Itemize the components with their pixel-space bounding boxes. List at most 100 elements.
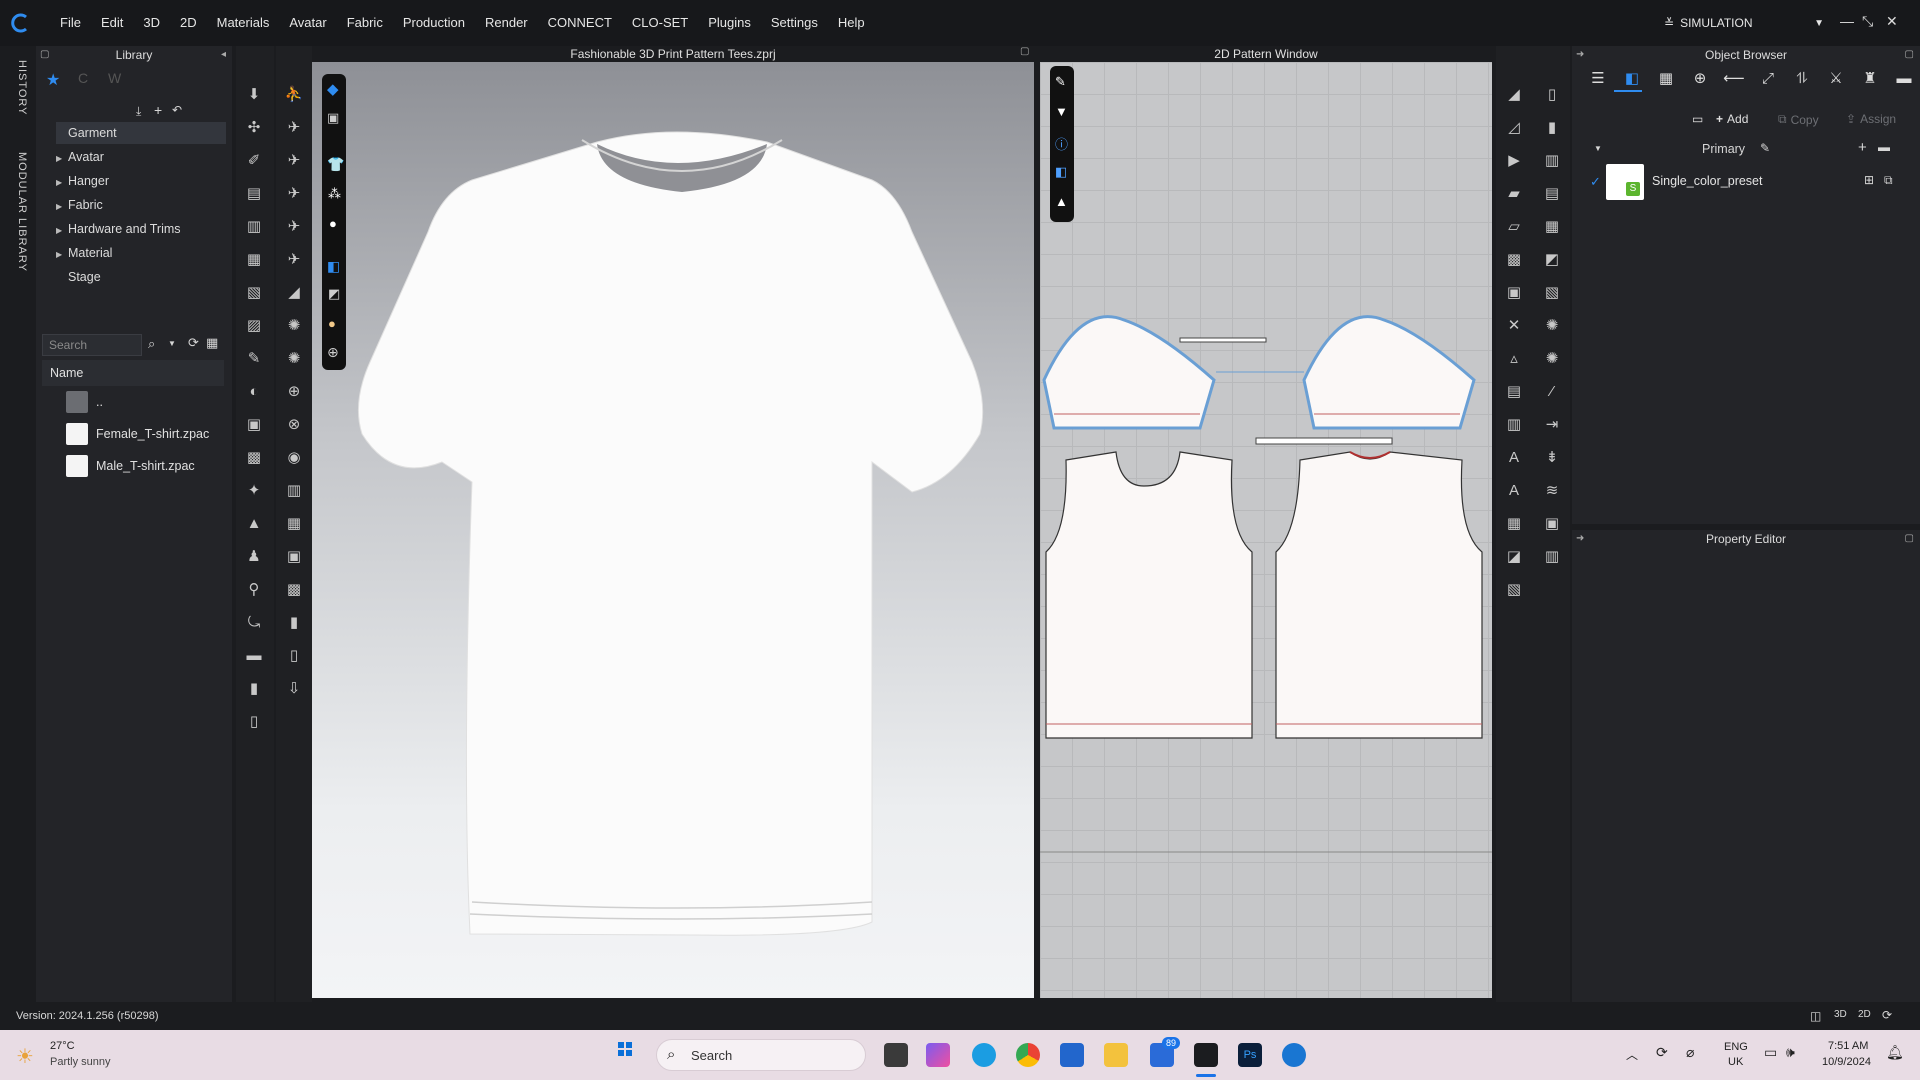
refresh-layout-icon[interactable]: ⟳ xyxy=(1882,1008,1892,1022)
expand-arrow-icon[interactable]: ▶ xyxy=(56,172,68,194)
tc1-tool-15-icon[interactable]: ⚲ xyxy=(242,577,266,601)
windows-start-icon[interactable] xyxy=(618,1042,632,1056)
menu-file[interactable]: File xyxy=(50,0,91,46)
menu-edit[interactable]: Edit xyxy=(91,0,133,46)
menu-3d[interactable]: 3D xyxy=(133,0,170,46)
download-icon[interactable]: ⤓ xyxy=(136,104,141,119)
tc1-tool-19-icon[interactable]: ▯ xyxy=(242,709,266,733)
tc4-tool-6-icon[interactable]: ▧ xyxy=(1540,280,1564,304)
assign-button[interactable]: ⇪ Assign xyxy=(1846,112,1896,126)
tc2-tool-16-icon[interactable]: ▮ xyxy=(282,610,306,634)
object-tab-4-icon[interactable]: ⟵ xyxy=(1722,69,1746,87)
file-list-item[interactable]: .. xyxy=(66,388,103,416)
undock-icon[interactable]: ▢ xyxy=(1905,46,1914,64)
menu-settings[interactable]: Settings xyxy=(761,0,828,46)
3d-viewport[interactable]: ◆ ▣ 👕 ⁂ ● ◧ ◩ ● ⊕ xyxy=(312,62,1034,998)
tc1-tool-4-icon[interactable]: ▥ xyxy=(242,214,266,238)
undock-icon[interactable]: ▢ xyxy=(40,46,49,64)
add-colorway-icon[interactable]: + xyxy=(1858,139,1867,156)
photoshop-icon[interactable]: Ps xyxy=(1238,1043,1262,1067)
tc3-tool-11-icon[interactable]: A xyxy=(1502,445,1526,469)
file-explorer-icon[interactable] xyxy=(1104,1043,1128,1067)
collapse-group-icon[interactable]: ▼ xyxy=(1594,144,1602,153)
tc2-tool-12-icon[interactable]: ▥ xyxy=(282,478,306,502)
preset-thumbnail[interactable]: S xyxy=(1606,164,1644,200)
tc1-tool-13-icon[interactable]: ▲ xyxy=(242,511,266,535)
language-code[interactable]: ENG xyxy=(1724,1041,1748,1053)
tc1-tool-6-icon[interactable]: ▧ xyxy=(242,280,266,304)
tc1-tool-7-icon[interactable]: ▨ xyxy=(242,313,266,337)
tc4-tool-5-icon[interactable]: ◩ xyxy=(1540,247,1564,271)
menu-avatar[interactable]: Avatar xyxy=(279,0,336,46)
tc2-tool-11-icon[interactable]: ◉ xyxy=(282,445,306,469)
tc3-tool-3-icon[interactable]: ▰ xyxy=(1502,181,1526,205)
tc2-tool-4-icon[interactable]: ✈ xyxy=(282,214,306,238)
tc3-tool-15-icon[interactable]: ▧ xyxy=(1502,577,1526,601)
taskbar-search-box[interactable]: ⌕ Search xyxy=(656,1039,866,1071)
tc3-tool-12-icon[interactable]: A xyxy=(1502,478,1526,502)
clo-set-icon[interactable]: C xyxy=(78,70,88,86)
mode-selector[interactable]: ≚ SIMULATION ▼ xyxy=(1664,12,1824,34)
edit-pencil-icon[interactable]: ✎ xyxy=(1760,141,1770,155)
tree-item-avatar[interactable]: ▶ Avatar xyxy=(56,146,226,168)
file-list-item[interactable]: Male_T-shirt.zpac xyxy=(66,452,195,480)
name-column-header[interactable]: Name xyxy=(42,360,224,386)
tc2-tool-7-icon[interactable]: ✺ xyxy=(282,313,306,337)
undock-icon[interactable]: ▢ xyxy=(1905,530,1914,548)
add-icon[interactable]: + xyxy=(154,102,162,118)
object-tab-7-icon[interactable]: ⚔ xyxy=(1824,69,1848,87)
back-icon[interactable]: ↶ xyxy=(172,103,182,117)
tc2-tool-10-icon[interactable]: ⊗ xyxy=(282,412,306,436)
object-tab-5-icon[interactable]: ⤢ xyxy=(1756,70,1780,87)
tc2-tool-1-icon[interactable]: ✈ xyxy=(282,115,306,139)
tc2-tool-18-icon[interactable]: ⇩ xyxy=(282,676,306,700)
expand-arrow-icon[interactable]: ▶ xyxy=(56,244,68,266)
tc3-tool-6-icon[interactable]: ▣ xyxy=(1502,280,1526,304)
expand-arrow-icon[interactable]: ▶ xyxy=(56,196,68,218)
tc1-tool-2-icon[interactable]: ✐ xyxy=(242,148,266,172)
chrome-icon[interactable] xyxy=(1016,1043,1040,1067)
keyboard-layout[interactable]: UK xyxy=(1728,1056,1743,1068)
tc3-tool-0-icon[interactable]: ◢ xyxy=(1502,82,1526,106)
sync-icon[interactable]: ⟳ xyxy=(1656,1044,1668,1061)
tc1-tool-5-icon[interactable]: ▦ xyxy=(242,247,266,271)
garment-3d-render[interactable] xyxy=(312,62,1034,998)
tc2-tool-6-icon[interactable]: ◢ xyxy=(282,280,306,304)
menu-render[interactable]: Render xyxy=(475,0,538,46)
object-tab-9-icon[interactable]: ▬ xyxy=(1892,70,1916,87)
tree-item-hardware-and-trims[interactable]: ▶ Hardware and Trims xyxy=(56,218,226,240)
file-list-item[interactable]: Female_T-shirt.zpac xyxy=(66,420,209,448)
restore-button[interactable]: ⤡ xyxy=(1862,13,1873,30)
menu-2d[interactable]: 2D xyxy=(170,0,207,46)
refresh-icon[interactable]: ⟳ xyxy=(188,335,199,351)
folder-icon[interactable]: ▬ xyxy=(1878,140,1890,154)
menu-materials[interactable]: Materials xyxy=(207,0,280,46)
store-icon[interactable] xyxy=(1060,1043,1084,1067)
tc4-tool-10-icon[interactable]: ⇥ xyxy=(1540,412,1564,436)
marketplace-icon[interactable]: W xyxy=(108,70,121,86)
network-icon[interactable]: ⌀ xyxy=(1686,1044,1694,1061)
display-icon[interactable]: ▭ xyxy=(1764,1044,1777,1061)
add-button[interactable]: + Add xyxy=(1716,112,1748,126)
tc1-tool-10-icon[interactable]: ▣ xyxy=(242,412,266,436)
edge-icon[interactable] xyxy=(972,1043,996,1067)
tc3-tool-13-icon[interactable]: ▦ xyxy=(1502,511,1526,535)
tc2-tool-17-icon[interactable]: ▯ xyxy=(282,643,306,667)
tree-item-hanger[interactable]: ▶ Hanger xyxy=(56,170,226,192)
tc4-tool-1-icon[interactable]: ▮ xyxy=(1540,115,1564,139)
layout-2d3d-icon[interactable]: ◫ xyxy=(1810,1009,1821,1023)
tc4-tool-11-icon[interactable]: ⇟ xyxy=(1540,445,1564,469)
tc2-tool-14-icon[interactable]: ▣ xyxy=(282,544,306,568)
expand-arrow-icon[interactable]: ▶ xyxy=(56,148,68,170)
tc2-tool-3-icon[interactable]: ✈ xyxy=(282,181,306,205)
tc2-tool-9-icon[interactable]: ⊕ xyxy=(282,379,306,403)
tc4-tool-13-icon[interactable]: ▣ xyxy=(1540,511,1564,535)
copilot-icon[interactable] xyxy=(926,1043,950,1067)
tc3-tool-5-icon[interactable]: ▩ xyxy=(1502,247,1526,271)
preset-settings-icon[interactable]: ⊞ xyxy=(1864,173,1874,187)
preset-copy-icon[interactable]: ⧉ xyxy=(1884,173,1893,188)
layout-2d-icon[interactable]: 2D xyxy=(1858,1009,1871,1020)
tc3-tool-7-icon[interactable]: ✕ xyxy=(1502,313,1526,337)
tc3-tool-4-icon[interactable]: ▱ xyxy=(1502,214,1526,238)
menu-fabric[interactable]: Fabric xyxy=(337,0,393,46)
